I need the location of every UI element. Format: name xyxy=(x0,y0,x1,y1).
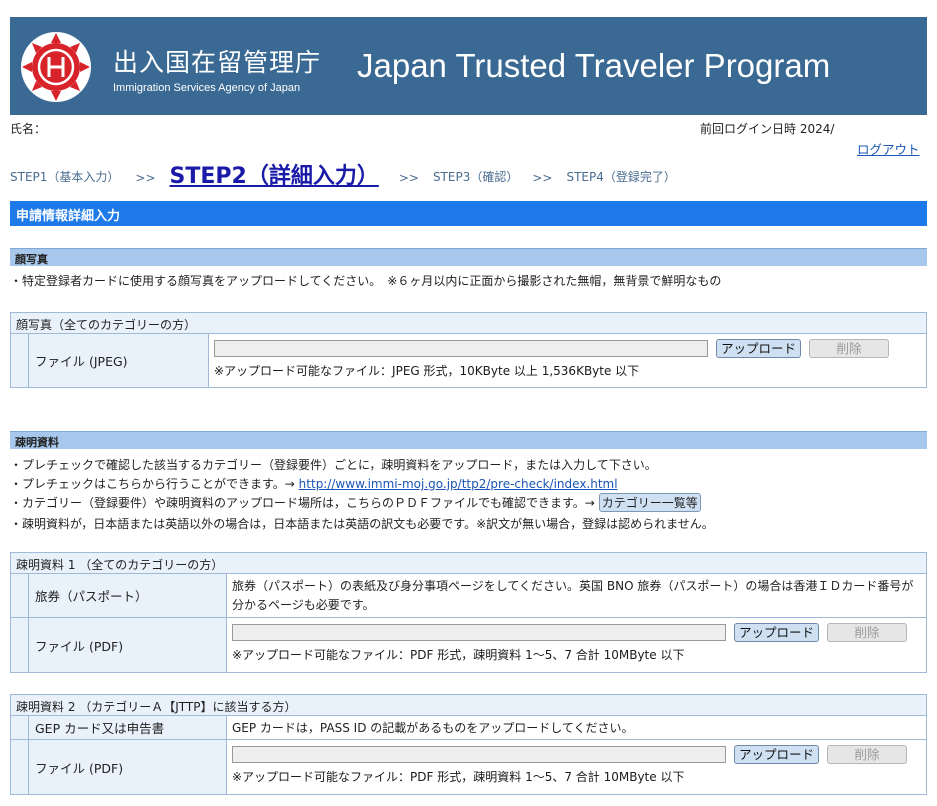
step2-current: STEP2（詳細入力） xyxy=(169,164,379,189)
photo-file-input[interactable] xyxy=(214,339,708,357)
docs-note-3: ・カテゴリー（登録要件）や疎明資料のアップロード場所は，こちらのＰＤＦファイルで… xyxy=(10,493,701,512)
row-indent xyxy=(11,716,29,739)
row-indent xyxy=(11,334,29,387)
last-login-text: 前回ログイン日時 2024/ xyxy=(700,122,835,136)
docs-note-3-text: ・カテゴリー（登録要件）や疎明資料のアップロード場所は，こちらのＰＤＦファイルで… xyxy=(10,496,599,510)
row-indent xyxy=(11,740,29,794)
photo-note: ・特定登録者カードに使用する顔写真をアップロードしてください。 ※６ヶ月以内に正… xyxy=(10,274,722,288)
program-title: Japan Trusted Traveler Program xyxy=(357,47,831,84)
docs-note-2-text: ・プレチェックはこちらから行うことができます。→ xyxy=(10,477,299,491)
photo-section-heading: 顔写真 xyxy=(10,248,927,266)
precheck-link[interactable]: http://www.immi-moj.go.jp/ttp2/pre-check… xyxy=(299,477,618,491)
photo-box-title: 顔写真（全てのカテゴリーの方） xyxy=(11,313,926,334)
doc1-file-hint: ※アップロード可能なファイル：PDF 形式，疎明資料 1～5、7 合計 10MB… xyxy=(232,648,685,662)
agency-name-jp: 出入国在留管理庁 xyxy=(113,48,322,77)
agency-name-en: Immigration Services Agency of Japan xyxy=(113,82,301,94)
doc1-delete-button[interactable]: 削除 xyxy=(827,622,908,642)
step-arrow: >> xyxy=(135,171,156,185)
doc1-box: 疎明資料 1 （全てのカテゴリーの方） 旅券（パスポート） 旅券（パスポート）の… xyxy=(10,552,927,673)
site-header: 出入国在留管理庁 Immigration Services Agency of … xyxy=(10,17,927,115)
doc2-item-label: GEP カード又は申告書 xyxy=(29,716,227,739)
photo-upload-button[interactable]: アップロード xyxy=(716,338,802,358)
photo-upload-box: 顔写真（全てのカテゴリーの方） ファイル (JPEG) アップロード 削除 ※ア… xyxy=(10,312,927,388)
docs-section-heading: 疎明資料 xyxy=(10,431,927,449)
doc1-upload-button[interactable]: アップロード xyxy=(734,622,820,642)
row-indent xyxy=(11,574,29,617)
doc1-item-label: 旅券（パスポート） xyxy=(29,574,227,617)
page-title: 申請情報詳細入力 xyxy=(10,201,927,226)
doc2-box: 疎明資料 2 （カテゴリーＡ【JTTP】に該当する方） GEP カード又は申告書… xyxy=(10,694,927,795)
category-list-button[interactable]: カテゴリー一覧等 xyxy=(598,493,701,512)
user-name-label: 氏名： xyxy=(10,122,47,136)
doc2-file-hint: ※アップロード可能なファイル：PDF 形式，疎明資料 1～5、7 合計 10MB… xyxy=(232,770,685,784)
doc2-item-desc: GEP カードは，PASS ID の記載があるものをアップロードしてください。 xyxy=(232,721,634,735)
docs-note-2: ・プレチェックはこちらから行うことができます。→ http://www.immi… xyxy=(10,475,618,492)
step3-label: STEP3（確認） xyxy=(432,170,519,184)
docs-note-1: ・プレチェックで確認した該当するカテゴリー（登録要件）ごとに，疎明資料をアップロ… xyxy=(10,458,657,472)
docs-note-4: ・疎明資料が，日本語または英語以外の場合は，日本語または英語の訳文も必要です。※… xyxy=(10,517,714,531)
doc2-file-input[interactable] xyxy=(232,745,726,763)
step-arrow: >> xyxy=(398,171,419,185)
doc2-delete-button[interactable]: 削除 xyxy=(827,744,908,764)
doc1-title: 疎明資料 1 （全てのカテゴリーの方） xyxy=(11,553,926,574)
step4-label: STEP4（登録完了） xyxy=(566,170,676,184)
step-arrow: >> xyxy=(532,171,553,185)
doc2-title: 疎明資料 2 （カテゴリーＡ【JTTP】に該当する方） xyxy=(11,695,926,716)
step-indicator: STEP1（基本入力） >> STEP2（詳細入力） >> STEP3（確認） … xyxy=(10,160,676,190)
row-indent xyxy=(11,618,29,672)
doc1-file-input[interactable] xyxy=(232,623,726,641)
step1-label: STEP1（基本入力） xyxy=(10,170,120,184)
doc2-upload-button[interactable]: アップロード xyxy=(734,744,820,764)
doc1-file-label: ファイル (PDF) xyxy=(29,618,227,672)
photo-file-hint: ※アップロード可能なファイル：JPEG 形式，10KByte 以上 1,536K… xyxy=(214,364,640,378)
immigration-emblem-icon xyxy=(21,32,91,102)
doc1-item-desc: 旅券（パスポート）の表紙及び身分事項ページをしてください。英国 BNO 旅券（パ… xyxy=(232,579,914,612)
logout-link[interactable]: ログアウト xyxy=(857,139,920,158)
photo-delete-button[interactable]: 削除 xyxy=(809,338,890,358)
photo-file-label: ファイル (JPEG) xyxy=(29,334,209,387)
doc2-file-label: ファイル (PDF) xyxy=(29,740,227,794)
